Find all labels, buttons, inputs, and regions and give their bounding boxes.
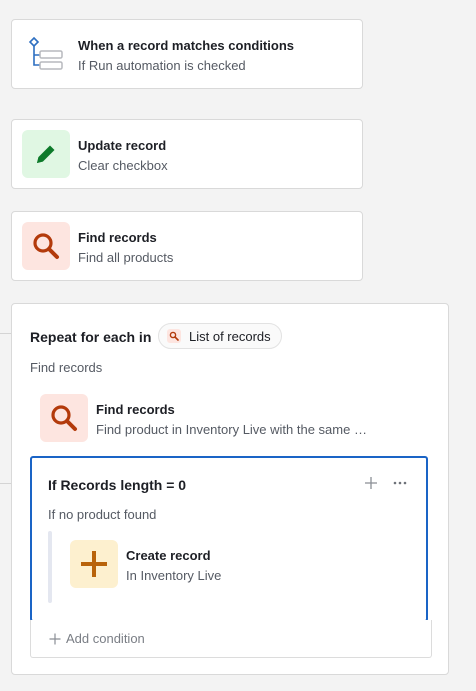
find-records-title: Find records — [78, 230, 157, 245]
more-icon — [393, 481, 407, 485]
flow-connector — [0, 483, 11, 484]
add-condition-label: Add condition — [66, 631, 145, 646]
branch-line — [48, 531, 52, 603]
inner-find-records-step[interactable]: Find records Find product in Inventory L… — [30, 386, 430, 442]
pencil-icon — [22, 130, 70, 178]
add-condition-button[interactable]: Add condition — [30, 620, 432, 658]
plus-icon — [365, 477, 377, 489]
inner-find-title: Find records — [96, 402, 175, 417]
search-icon — [40, 394, 88, 442]
repeat-group[interactable]: Repeat for each in List of records Find … — [11, 303, 449, 675]
update-record-subtitle: Clear checkbox — [78, 158, 168, 173]
inner-find-subtitle: Find product in Inventory Live with the … — [96, 422, 367, 437]
condition-tree-icon — [24, 31, 72, 79]
find-records-subtitle: Find all products — [78, 250, 174, 265]
plus-icon — [70, 540, 118, 588]
create-record-step[interactable]: Create record In Inventory Live — [60, 536, 390, 592]
create-record-subtitle: In Inventory Live — [126, 568, 222, 583]
list-of-records-token[interactable]: List of records — [158, 323, 282, 349]
update-record-card[interactable]: Update record Clear checkbox — [11, 119, 363, 189]
search-icon — [22, 222, 70, 270]
add-step-button[interactable] — [362, 474, 380, 492]
update-record-title: Update record — [78, 138, 167, 153]
flow-connector — [0, 333, 11, 334]
search-token-icon — [167, 329, 181, 343]
more-options-button[interactable] — [390, 474, 410, 492]
condition-title: If Records length = 0 — [48, 477, 187, 493]
token-label: List of records — [189, 328, 271, 344]
trigger-card[interactable]: When a record matches conditions If Run … — [11, 19, 363, 89]
condition-block[interactable]: If Records length = 0 If no product foun… — [30, 456, 428, 622]
plus-icon — [49, 633, 61, 644]
repeat-title: Repeat for each in — [30, 329, 152, 345]
find-records-card[interactable]: Find records Find all products — [11, 211, 363, 281]
trigger-subtitle: If Run automation is checked — [78, 58, 246, 73]
create-record-title: Create record — [126, 548, 211, 563]
condition-subtitle: If no product found — [48, 507, 157, 522]
repeat-subtitle: Find records — [30, 360, 103, 375]
trigger-title: When a record matches conditions — [78, 38, 294, 53]
